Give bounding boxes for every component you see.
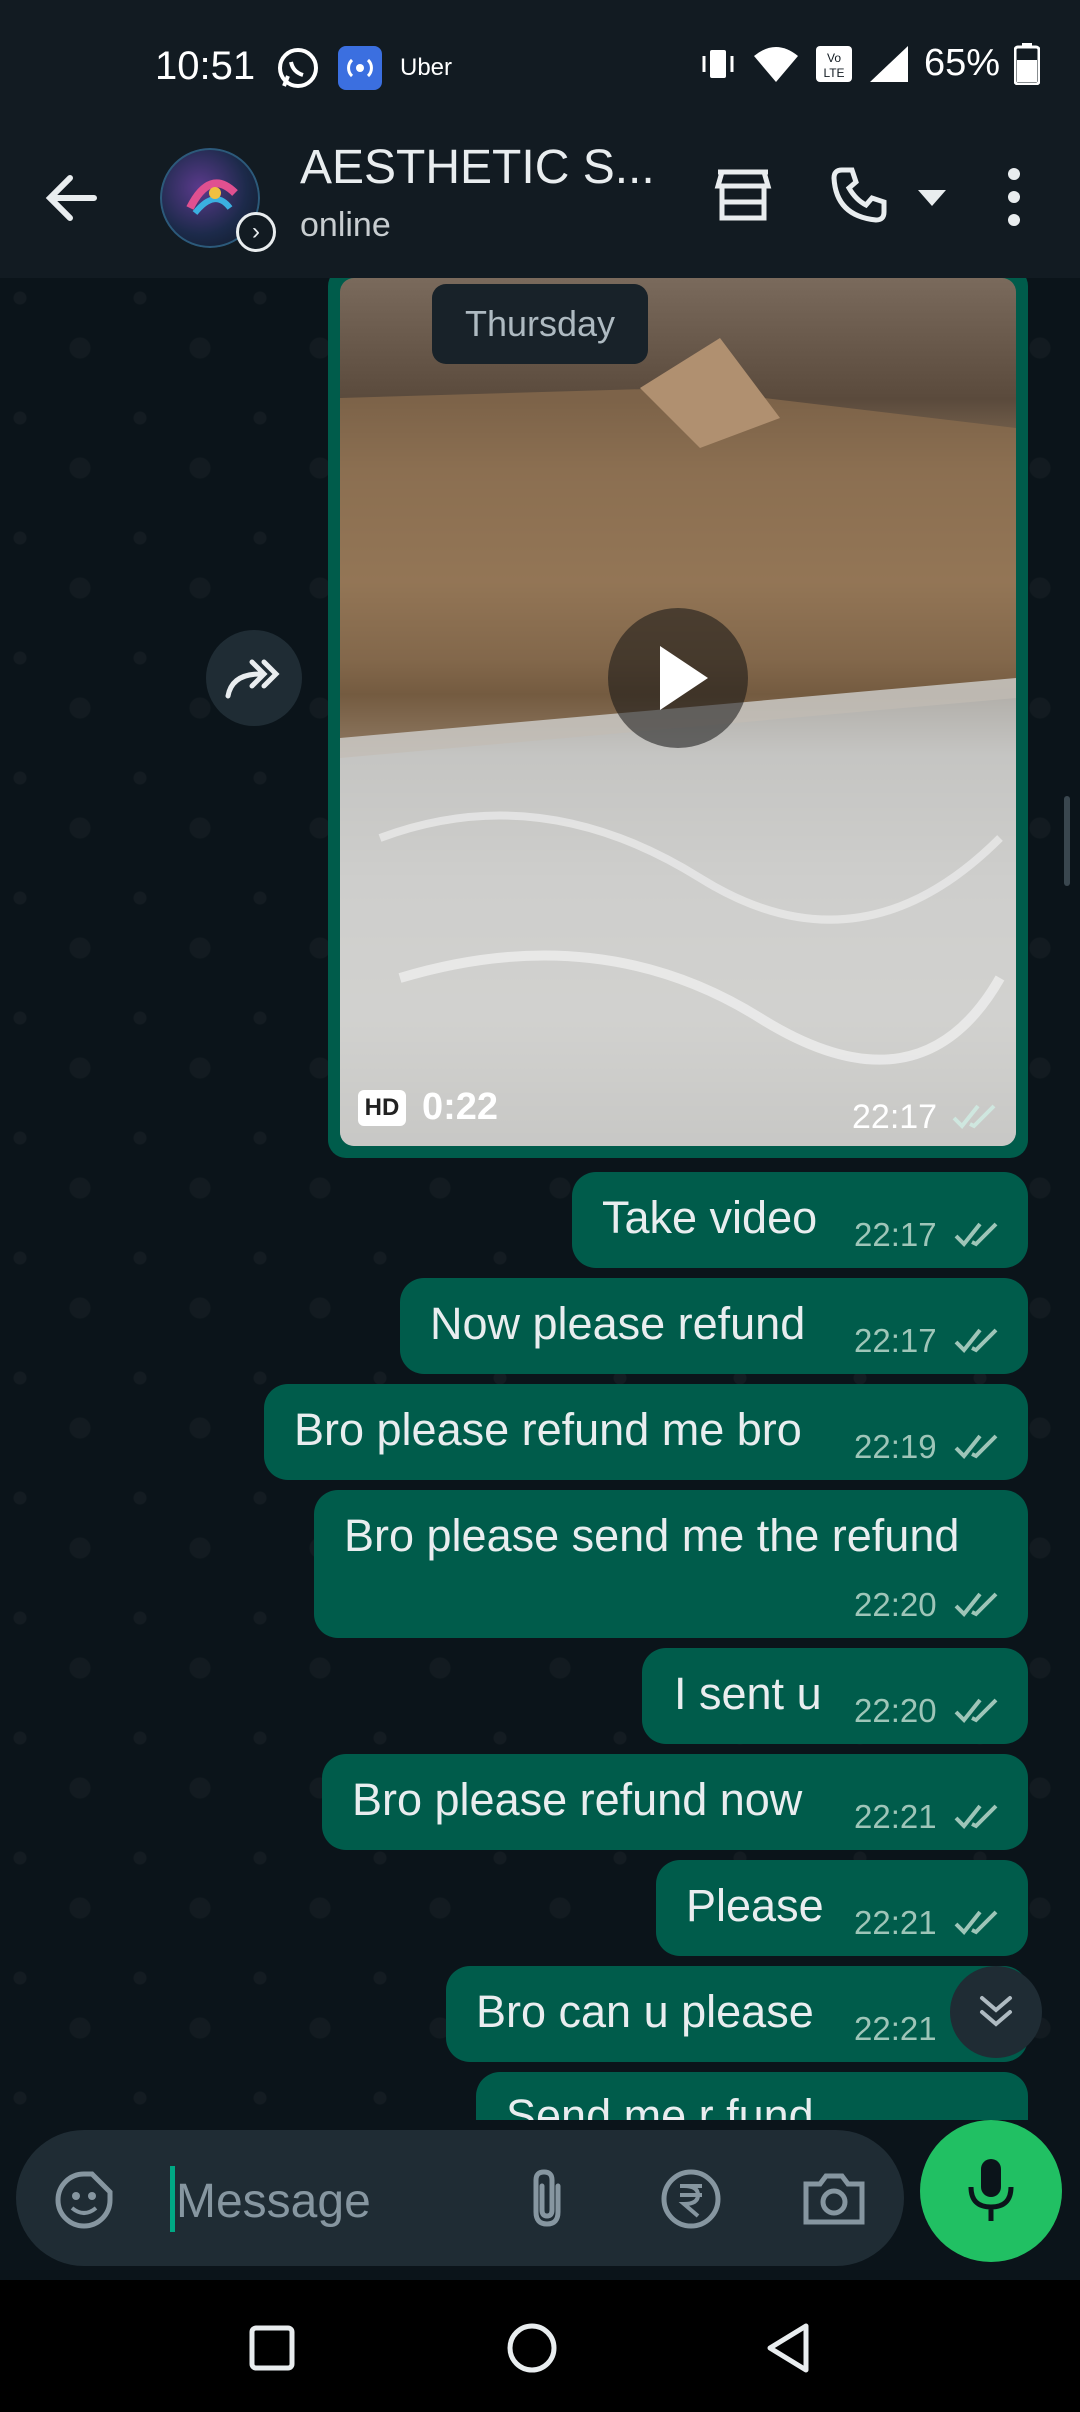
message-composer: Message xyxy=(0,2120,1080,2280)
message-text: Take video xyxy=(602,1192,818,1243)
wifi-icon xyxy=(753,46,798,82)
status-time: 10:51 xyxy=(155,44,256,88)
read-ticks-icon xyxy=(952,1104,996,1129)
message-placeholder: Message xyxy=(176,2175,371,2228)
store-icon[interactable] xyxy=(712,164,774,226)
video-duration: 0:22 xyxy=(422,1086,499,1128)
message-time: 22:19 xyxy=(854,1428,937,1465)
message-time: 22:17 xyxy=(854,1322,937,1359)
camera-icon[interactable] xyxy=(802,2170,866,2226)
vibrate-icon xyxy=(702,49,734,78)
message-bubble[interactable]: Bro please send me the refund 22:20 xyxy=(314,1490,1028,1638)
message-bubble[interactable]: Bro please refund now 22:21 xyxy=(322,1754,1028,1850)
whatsapp-icon xyxy=(278,48,318,88)
message-bubble[interactable]: Now please refund 22:17 xyxy=(400,1278,1028,1374)
back-arrow-icon[interactable] xyxy=(44,170,100,226)
read-ticks-icon xyxy=(954,1434,998,1459)
volte-icon: Vo LTE xyxy=(815,45,852,82)
scroll-to-bottom-button[interactable] xyxy=(950,1966,1042,2058)
chat-header: › AESTHETIC S... online xyxy=(0,130,1080,278)
message-time: 22:17 xyxy=(854,1216,937,1253)
read-ticks-icon xyxy=(954,1698,998,1723)
back-nav-icon[interactable] xyxy=(764,2322,812,2374)
status-chevron-icon: › xyxy=(236,212,276,252)
forward-button[interactable] xyxy=(206,630,302,726)
system-nav-bar xyxy=(0,2280,1080,2412)
page-title[interactable]: AESTHETIC S... xyxy=(300,140,655,195)
video-time: 22:17 xyxy=(852,1098,938,1136)
play-button[interactable] xyxy=(608,608,748,748)
uber-icon: Uber xyxy=(400,54,453,81)
message-text: Send me r fund xyxy=(506,2090,814,2120)
hd-badge: HD xyxy=(358,1090,406,1126)
read-ticks-icon xyxy=(954,1592,998,1617)
emoji-sticker-icon[interactable] xyxy=(54,2170,114,2230)
play-icon xyxy=(660,646,708,710)
message-input[interactable]: Message xyxy=(16,2130,904,2266)
contact-status: online xyxy=(300,206,391,244)
message-text: Bro please refund me bro xyxy=(294,1404,802,1455)
signal-icon xyxy=(869,45,908,82)
message-time: 22:21 xyxy=(854,1904,937,1941)
rupee-payment-icon[interactable] xyxy=(660,2168,722,2230)
read-ticks-icon xyxy=(954,1328,998,1353)
more-vert-icon[interactable] xyxy=(1000,166,1028,228)
chat-area[interactable]: Thursday HD 0:22 22:17 Take video 22:17 … xyxy=(0,278,1080,2120)
message-time: 22:20 xyxy=(854,1692,937,1729)
read-ticks-icon xyxy=(954,1222,998,1247)
message-time: 22:21 xyxy=(854,2010,937,2047)
chevron-down-icon[interactable] xyxy=(916,186,948,210)
message-bubble[interactable]: Bro can u please 22:21 xyxy=(446,1966,1028,2062)
status-indicators: Vo LTE 65% xyxy=(698,42,1040,85)
message-bubble[interactable]: Send me r fund xyxy=(476,2072,1028,2120)
forward-icon xyxy=(225,659,280,699)
message-text: Bro please send me the refund xyxy=(344,1510,960,1561)
status-bar: 10:51 Uber Vo LTE 65% xyxy=(0,0,1080,130)
message-bubble[interactable]: Take video 22:17 xyxy=(572,1172,1028,1268)
svg-text:Vo: Vo xyxy=(827,51,841,65)
attach-icon[interactable] xyxy=(524,2166,570,2230)
date-separator: Thursday xyxy=(432,284,648,364)
message-time: 22:20 xyxy=(854,1586,937,1623)
scrollbar[interactable] xyxy=(1064,796,1070,886)
mic-icon xyxy=(968,2159,1014,2221)
message-bubble[interactable]: Bro please refund me bro 22:19 xyxy=(264,1384,1028,1480)
read-ticks-icon xyxy=(954,1804,998,1829)
message-text: Please xyxy=(686,1880,824,1931)
mic-button[interactable] xyxy=(920,2120,1062,2262)
message-text: Bro can u please xyxy=(476,1986,814,2037)
message-time: 22:21 xyxy=(854,1798,937,1835)
message-bubble[interactable]: I sent u 22:20 xyxy=(642,1648,1028,1744)
phone-icon[interactable] xyxy=(828,164,890,226)
battery-icon xyxy=(1014,42,1040,85)
message-text: I sent u xyxy=(674,1668,822,1719)
recents-icon[interactable] xyxy=(248,2324,296,2372)
battery-percent: 65% xyxy=(923,42,1000,84)
message-bubble[interactable]: Please 22:21 xyxy=(656,1860,1028,1956)
read-ticks-icon xyxy=(954,1910,998,1935)
double-chevron-down-icon xyxy=(980,1996,1012,2027)
message-text: Bro please refund now xyxy=(352,1774,803,1825)
message-text: Now please refund xyxy=(430,1298,806,1349)
home-icon[interactable] xyxy=(506,2322,558,2374)
broadcast-icon xyxy=(338,46,382,90)
svg-text:LTE: LTE xyxy=(823,66,844,80)
text-caret xyxy=(170,2166,175,2232)
